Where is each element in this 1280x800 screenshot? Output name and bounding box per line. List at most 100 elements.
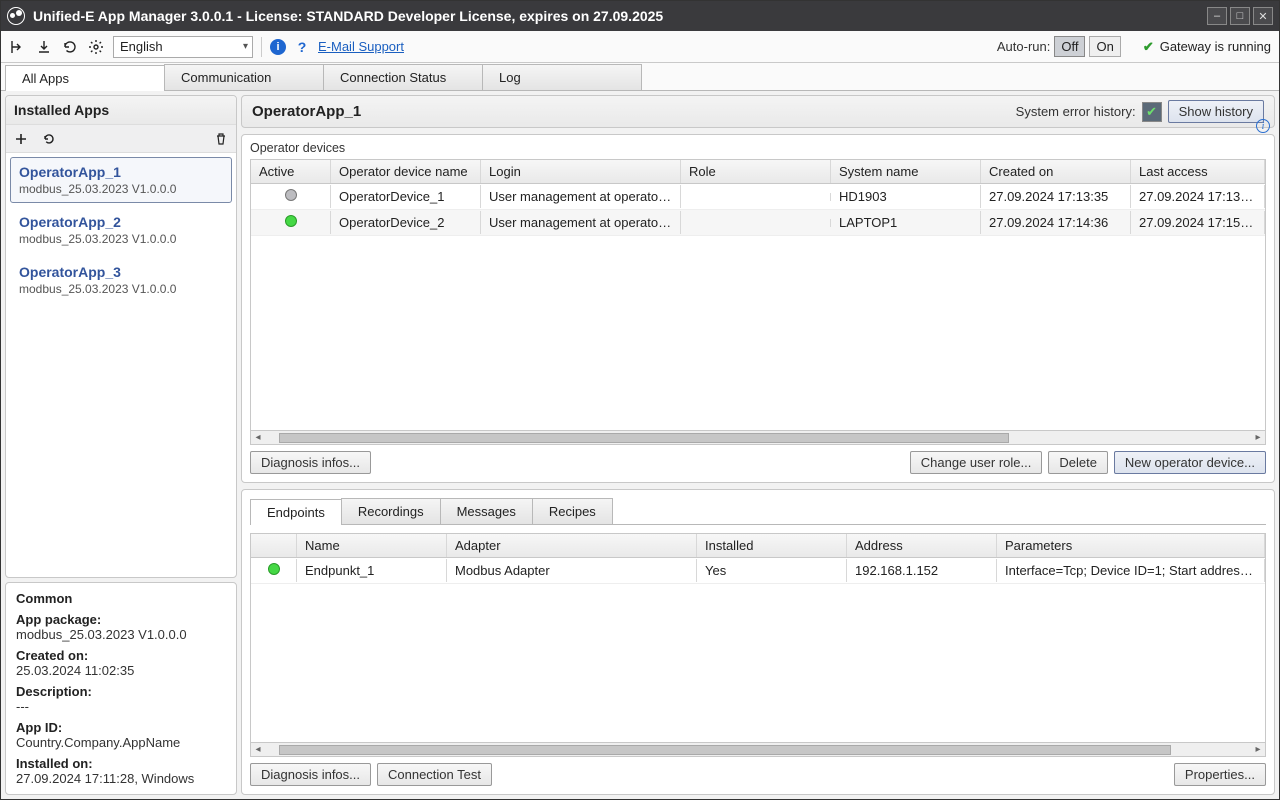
show-history-button[interactable]: Show history xyxy=(1168,100,1264,123)
new-operator-device-button[interactable]: New operator device... xyxy=(1114,451,1266,474)
reload-app-icon[interactable] xyxy=(40,130,58,148)
table-row[interactable]: OperatorDevice_2 User management at oper… xyxy=(251,210,1265,236)
email-support-link[interactable]: E-Mail Support xyxy=(318,39,404,54)
cell: Modbus Adapter xyxy=(447,559,697,582)
cell: 27.09.2024 17:13:35 xyxy=(1131,185,1265,208)
separator xyxy=(261,37,262,57)
cell: User management at operator dev... xyxy=(481,211,681,234)
refresh-icon[interactable] xyxy=(61,38,79,56)
app-name: OperatorApp_3 xyxy=(19,264,223,280)
subtab-recordings[interactable]: Recordings xyxy=(341,498,441,524)
app-card[interactable]: OperatorApp_1 modbus_25.03.2023 V1.0.0.0 xyxy=(10,157,232,203)
endpoint-diagnosis-button[interactable]: Diagnosis infos... xyxy=(250,763,371,786)
common-heading: Common xyxy=(16,591,226,606)
cell xyxy=(681,219,831,227)
cell: Interface=Tcp; Device ID=1; Start addres… xyxy=(997,559,1265,582)
value-installed-on: 27.09.2024 17:11:28, Windows xyxy=(16,771,226,786)
info-icon[interactable]: i xyxy=(270,39,286,55)
cell: User management at operator dev... xyxy=(481,185,681,208)
col-system[interactable]: System name xyxy=(831,160,981,183)
app-name: OperatorApp_2 xyxy=(19,214,223,230)
main-tabstrip: All Apps Communication Connection Status… xyxy=(1,63,1279,91)
autorun-toggle: Auto-run: Off On xyxy=(997,36,1121,57)
col-status[interactable] xyxy=(251,534,297,557)
history-check-icon[interactable]: ✔ xyxy=(1142,102,1162,122)
export-icon[interactable] xyxy=(9,38,27,56)
col-parameters[interactable]: Parameters xyxy=(997,534,1265,557)
tab-log[interactable]: Log xyxy=(482,64,642,90)
table-row[interactable]: Endpunkt_1 Modbus Adapter Yes 192.168.1.… xyxy=(251,558,1265,584)
diagnosis-infos-button[interactable]: Diagnosis infos... xyxy=(250,451,371,474)
col-role[interactable]: Role xyxy=(681,160,831,183)
tab-all-apps[interactable]: All Apps xyxy=(5,65,165,91)
autorun-off-button[interactable]: Off xyxy=(1054,36,1085,57)
gear-icon[interactable] xyxy=(87,38,105,56)
help-icon[interactable]: ? xyxy=(294,39,310,55)
status-dot-icon xyxy=(285,215,297,227)
check-icon: ✔ xyxy=(1143,39,1154,55)
endpoints-grid: Name Adapter Installed Address Parameter… xyxy=(250,533,1266,757)
gateway-status: ✔ Gateway is running xyxy=(1143,39,1271,55)
col-login[interactable]: Login xyxy=(481,160,681,183)
app-card[interactable]: OperatorApp_3 modbus_25.03.2023 V1.0.0.0 xyxy=(10,257,232,303)
operator-devices-grid: Active Operator device name Login Role S… xyxy=(250,159,1266,445)
titlebar: Unified-E App Manager 3.0.0.1 - License:… xyxy=(1,1,1279,31)
installed-apps-heading: Installed Apps xyxy=(6,96,236,125)
cell: HD1903 xyxy=(831,185,981,208)
close-button[interactable]: ✕ xyxy=(1253,7,1273,25)
col-last-access[interactable]: Last access xyxy=(1131,160,1265,183)
cell: Yes xyxy=(697,559,847,582)
col-created[interactable]: Created on xyxy=(981,160,1131,183)
app-sub: modbus_25.03.2023 V1.0.0.0 xyxy=(19,232,223,246)
toolbar: English i ? E-Mail Support Auto-run: Off… xyxy=(1,31,1279,63)
status-dot-icon xyxy=(285,189,297,201)
col-adapter[interactable]: Adapter xyxy=(447,534,697,557)
maximize-button[interactable]: □ xyxy=(1230,7,1250,25)
cell: 27.09.2024 17:14:36 xyxy=(981,211,1131,234)
horizontal-scrollbar[interactable]: ◂▸ xyxy=(251,430,1265,444)
change-user-role-button[interactable]: Change user role... xyxy=(910,451,1043,474)
app-name: OperatorApp_1 xyxy=(19,164,223,180)
endpoint-properties-button[interactable]: Properties... xyxy=(1174,763,1266,786)
tab-communication[interactable]: Communication xyxy=(164,64,324,90)
col-address[interactable]: Address xyxy=(847,534,997,557)
status-dot-icon xyxy=(268,563,280,575)
app-card[interactable]: OperatorApp_2 modbus_25.03.2023 V1.0.0.0 xyxy=(10,207,232,253)
language-select[interactable]: English xyxy=(113,36,253,58)
label-created-on: Created on: xyxy=(16,648,226,663)
cell: 27.09.2024 17:15:28 xyxy=(1131,211,1265,234)
subtab-messages[interactable]: Messages xyxy=(440,498,533,524)
language-value: English xyxy=(120,39,163,54)
app-logo-icon xyxy=(7,7,25,25)
cell: 27.09.2024 17:13:35 xyxy=(981,185,1131,208)
delete-app-icon[interactable] xyxy=(212,130,230,148)
download-icon[interactable] xyxy=(35,38,53,56)
autorun-label: Auto-run: xyxy=(997,39,1050,54)
subtab-recipes[interactable]: Recipes xyxy=(532,498,613,524)
subtab-endpoints[interactable]: Endpoints xyxy=(250,499,342,525)
label-app-id: App ID: xyxy=(16,720,226,735)
cell: OperatorDevice_2 xyxy=(331,211,481,234)
col-device-name[interactable]: Operator device name xyxy=(331,160,481,183)
label-app-package: App package: xyxy=(16,612,226,627)
app-sub: modbus_25.03.2023 V1.0.0.0 xyxy=(19,282,223,296)
app-sub: modbus_25.03.2023 V1.0.0.0 xyxy=(19,182,223,196)
cell: Endpunkt_1 xyxy=(297,559,447,582)
table-row[interactable]: OperatorDevice_1 User management at oper… xyxy=(251,184,1265,210)
col-name[interactable]: Name xyxy=(297,534,447,557)
col-installed[interactable]: Installed xyxy=(697,534,847,557)
info-badge-icon[interactable]: i xyxy=(1256,119,1270,133)
autorun-on-button[interactable]: On xyxy=(1089,36,1120,57)
connection-test-button[interactable]: Connection Test xyxy=(377,763,492,786)
minimize-button[interactable]: – xyxy=(1207,7,1227,25)
value-description: --- xyxy=(16,699,226,714)
add-app-icon[interactable] xyxy=(12,130,30,148)
horizontal-scrollbar[interactable]: ◂▸ xyxy=(251,742,1265,756)
gateway-status-text: Gateway is running xyxy=(1160,39,1271,54)
delete-device-button[interactable]: Delete xyxy=(1048,451,1108,474)
col-active[interactable]: Active xyxy=(251,160,331,183)
cell: OperatorDevice_1 xyxy=(331,185,481,208)
main-header: OperatorApp_1 System error history: ✔ Sh… xyxy=(241,95,1275,128)
tab-connection-status[interactable]: Connection Status xyxy=(323,64,483,90)
label-installed-on: Installed on: xyxy=(16,756,226,771)
